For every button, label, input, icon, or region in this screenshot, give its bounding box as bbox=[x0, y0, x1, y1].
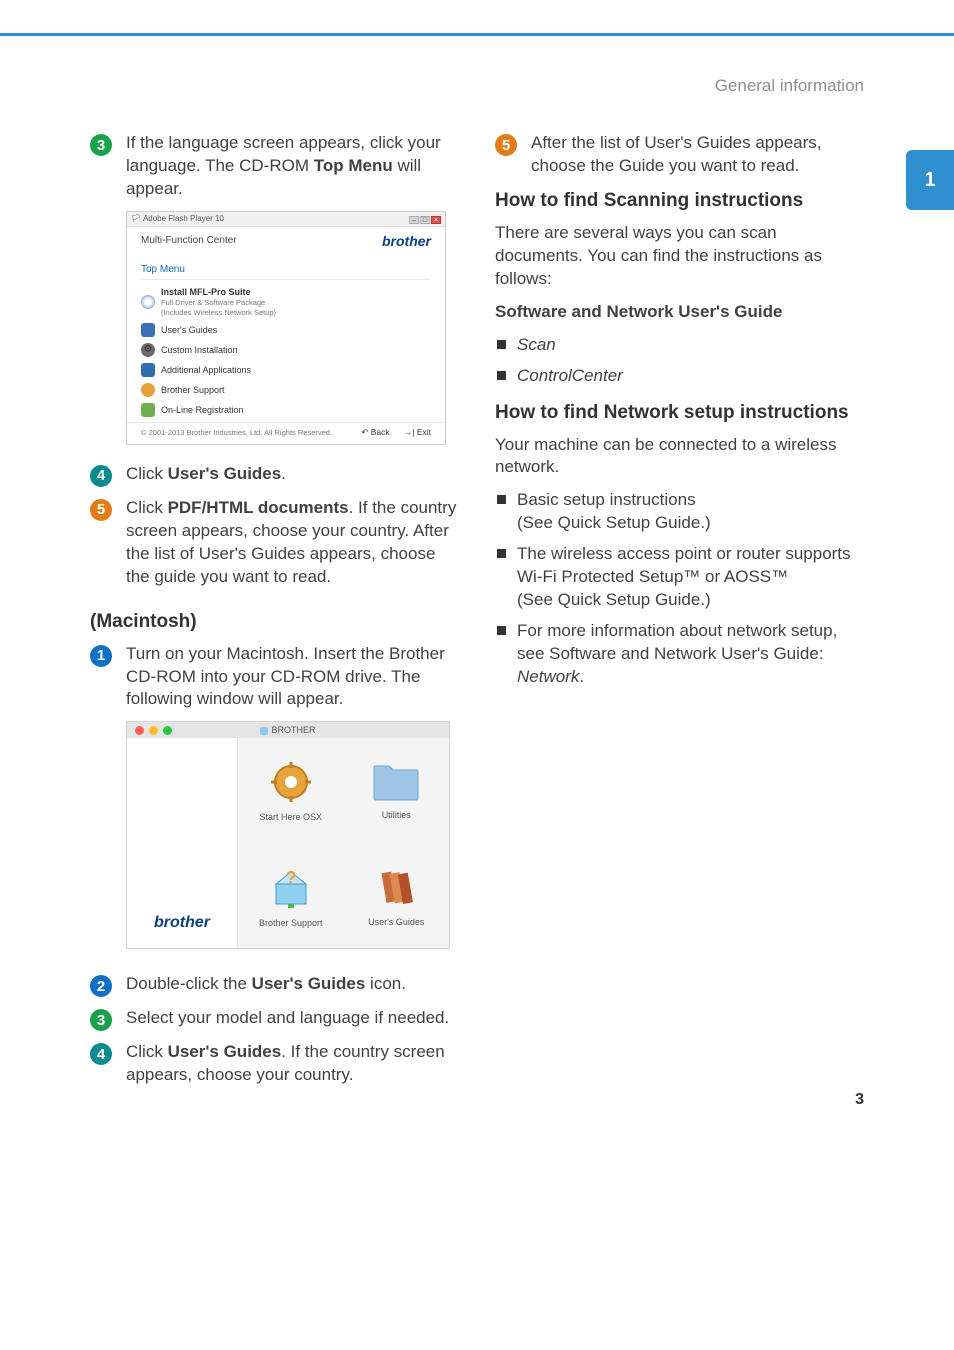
mac-bs-label: Brother Support bbox=[259, 918, 323, 928]
mac-util-label: Utilities bbox=[382, 810, 411, 820]
win-step-4-bold: User's Guides bbox=[168, 464, 282, 483]
net-b3-pre: For more information about network setup… bbox=[517, 621, 837, 663]
right-step-5-text: After the list of User's Guides appears,… bbox=[531, 132, 864, 178]
menu-online-registration[interactable]: On-Line Registration bbox=[141, 400, 431, 420]
page-number: 3 bbox=[855, 1091, 864, 1109]
gear-icon: ⚙ bbox=[141, 343, 155, 357]
macintosh-heading: (Macintosh) bbox=[90, 611, 459, 633]
win-step-4: 4 Click User's Guides. bbox=[90, 463, 459, 487]
mfl-sub2: (Includes Wireless Network Setup) bbox=[161, 308, 276, 317]
right-column: 5 After the list of User's Guides appear… bbox=[495, 132, 864, 1097]
menu-bs-label: Brother Support bbox=[161, 385, 225, 395]
win-step-3-bold: Top Menu bbox=[314, 156, 393, 175]
menu-olr-label: On-Line Registration bbox=[161, 405, 244, 415]
screenshot-windows-top-menu: 🏳 Adobe Flash Player 10 –□× brother Mult… bbox=[126, 211, 446, 445]
left-column: 3 If the language screen appears, click … bbox=[90, 132, 459, 1097]
callout-1: 1 bbox=[90, 645, 112, 667]
win-step-4-pre: Click bbox=[126, 464, 168, 483]
mac-window-title: BROTHER bbox=[271, 725, 315, 735]
support-box-icon: ? bbox=[268, 864, 314, 910]
callout-5b: 5 bbox=[495, 134, 517, 156]
books-icon bbox=[374, 865, 418, 909]
net-bullet-1: Basic setup instructions (See Quick Setu… bbox=[495, 489, 864, 535]
mac-ug-label: User's Guides bbox=[368, 917, 424, 927]
svg-text:?: ? bbox=[285, 868, 296, 888]
header-breadcrumb: General information bbox=[90, 76, 864, 96]
cd-icon bbox=[141, 295, 155, 309]
menu-install-mfl[interactable]: Install MFL-Pro Suite Full Driver & Soft… bbox=[141, 284, 431, 320]
menu-brother-support[interactable]: Brother Support bbox=[141, 380, 431, 400]
mac-start-label: Start Here OSX bbox=[259, 812, 322, 822]
mac-item-utilities[interactable]: Utilities bbox=[344, 738, 450, 843]
window-controls: –□× bbox=[408, 214, 441, 224]
callout-5: 5 bbox=[90, 499, 112, 521]
menu-additional-apps[interactable]: Additional Applications bbox=[141, 360, 431, 380]
win-step-5-pre: Click bbox=[126, 498, 168, 517]
mac-step-3-text: Select your model and language if needed… bbox=[126, 1007, 449, 1030]
net-b2-l1: The wireless access point or router supp… bbox=[517, 543, 864, 589]
mac-item-users-guides[interactable]: User's Guides bbox=[344, 843, 450, 948]
mac-step-3: 3 Select your model and language if need… bbox=[90, 1007, 459, 1031]
win-step-5: 5 Click PDF/HTML documents. If the count… bbox=[90, 497, 459, 589]
bullet-scan: Scan bbox=[517, 335, 556, 354]
mac-step-2-pre: Double-click the bbox=[126, 974, 252, 993]
mac-step-2-bold: User's Guides bbox=[252, 974, 366, 993]
brother-logo: brother bbox=[382, 233, 431, 249]
brother-logo: brother bbox=[154, 914, 210, 932]
net-b1-l1: Basic setup instructions bbox=[517, 489, 864, 512]
box-icon bbox=[141, 363, 155, 377]
win-step-5-bold: PDF/HTML documents bbox=[168, 498, 349, 517]
gear-icon bbox=[269, 760, 313, 804]
menu-aa-label: Additional Applications bbox=[161, 365, 251, 375]
copyright: © 2001-2013 Brother Industries, Ltd. All… bbox=[141, 428, 332, 437]
net-b2-l2: (See Quick Setup Guide.) bbox=[517, 589, 864, 612]
mac-step-4: 4 Click User's Guides. If the country sc… bbox=[90, 1041, 459, 1087]
callout-2: 2 bbox=[90, 975, 112, 997]
bullet-controlcenter: ControlCenter bbox=[517, 366, 623, 385]
top-menu-label: Top Menu bbox=[141, 264, 431, 275]
mac-item-start-here[interactable]: Start Here OSX bbox=[238, 738, 344, 843]
disc-icon bbox=[260, 727, 268, 735]
book-icon bbox=[141, 323, 155, 337]
screenshot-mac-finder: BROTHER brother Start Here OSX Utilities bbox=[126, 721, 450, 949]
network-para: Your machine can be connected to a wirel… bbox=[495, 434, 864, 480]
menu-ci-label: Custom Installation bbox=[161, 345, 238, 355]
callout-3: 3 bbox=[90, 134, 112, 156]
exit-button[interactable]: →| Exit bbox=[404, 427, 431, 437]
menu-ug-label: User's Guides bbox=[161, 325, 217, 335]
mac-step-2-post: icon. bbox=[365, 974, 406, 993]
back-button[interactable]: ↶ Back bbox=[361, 427, 389, 437]
mac-step-4-bold: User's Guides bbox=[168, 1042, 282, 1061]
net-b1-l2: (See Quick Setup Guide.) bbox=[517, 512, 864, 535]
callout-4b: 4 bbox=[90, 1043, 112, 1065]
mfl-sub1: Full Driver & Software Package bbox=[161, 298, 265, 307]
net-b3-post: . bbox=[579, 667, 584, 686]
win-app-title: Adobe Flash Player 10 bbox=[143, 214, 224, 223]
win-step-3: 3 If the language screen appears, click … bbox=[90, 132, 459, 201]
heading-network: How to find Network setup instructions bbox=[495, 402, 864, 424]
mac-step-1: 1 Turn on your Macintosh. Insert the Bro… bbox=[90, 643, 459, 712]
mac-step-1-text: Turn on your Macintosh. Insert the Broth… bbox=[126, 643, 459, 712]
mac-step-4-pre: Click bbox=[126, 1042, 168, 1061]
right-step-5: 5 After the list of User's Guides appear… bbox=[495, 132, 864, 178]
menu-custom-install[interactable]: ⚙ Custom Installation bbox=[141, 340, 431, 360]
net-b3-italic: Network bbox=[517, 667, 579, 686]
callout-4: 4 bbox=[90, 465, 112, 487]
software-guide-title: Software and Network User's Guide bbox=[495, 301, 864, 324]
win-step-4-post: . bbox=[281, 464, 286, 483]
net-bullet-3: For more information about network setup… bbox=[495, 620, 864, 689]
mac-item-brother-support[interactable]: ? Brother Support bbox=[238, 843, 344, 948]
mfl-title: Install MFL-Pro Suite bbox=[161, 287, 251, 297]
scanning-para: There are several ways you can scan docu… bbox=[495, 222, 864, 291]
register-icon bbox=[141, 403, 155, 417]
mac-step-2: 2 Double-click the User's Guides icon. bbox=[90, 973, 459, 997]
top-rule bbox=[0, 0, 954, 36]
callout-3b: 3 bbox=[90, 1009, 112, 1031]
heading-scanning: How to find Scanning instructions bbox=[495, 190, 864, 212]
menu-users-guides[interactable]: User's Guides bbox=[141, 320, 431, 340]
folder-icon bbox=[371, 762, 421, 802]
support-icon bbox=[141, 383, 155, 397]
net-bullet-2: The wireless access point or router supp… bbox=[495, 543, 864, 612]
